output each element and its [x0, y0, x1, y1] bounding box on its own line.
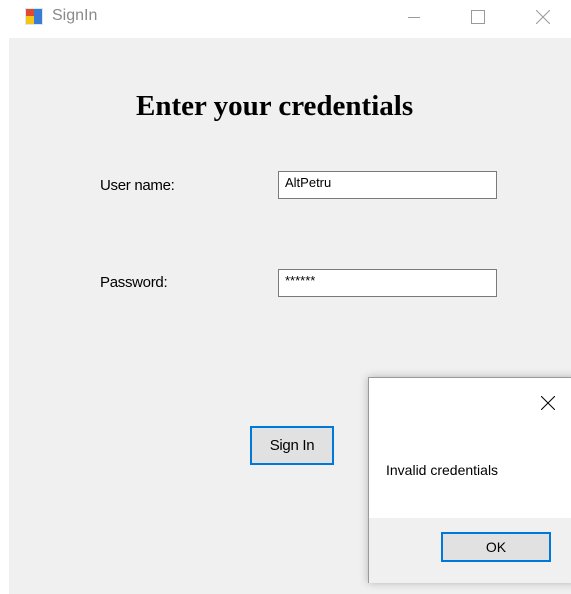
maximize-button[interactable]	[455, 0, 501, 34]
minimize-icon	[408, 17, 420, 18]
maximize-icon	[471, 10, 485, 24]
message-dialog: Invalid credentials OK	[368, 377, 571, 583]
close-icon	[536, 10, 550, 24]
dialog-footer: OK	[369, 518, 571, 583]
username-label: User name:	[100, 177, 175, 194]
app-icon	[25, 8, 43, 25]
signin-button[interactable]: Sign In	[250, 426, 334, 465]
ok-button[interactable]: OK	[441, 532, 551, 562]
close-button[interactable]	[520, 0, 566, 34]
title-bar: SignIn	[0, 0, 571, 38]
window-title: SignIn	[52, 7, 98, 24]
dialog-message: Invalid credentials	[386, 462, 499, 478]
minimize-button[interactable]	[391, 0, 437, 34]
close-icon	[541, 396, 555, 410]
dialog-close-button[interactable]	[535, 390, 561, 416]
username-input[interactable]: AltPetru	[278, 171, 497, 199]
page-title: Enter your credentials	[136, 90, 414, 122]
password-input[interactable]: ******	[278, 269, 497, 297]
password-label: Password:	[100, 274, 168, 291]
